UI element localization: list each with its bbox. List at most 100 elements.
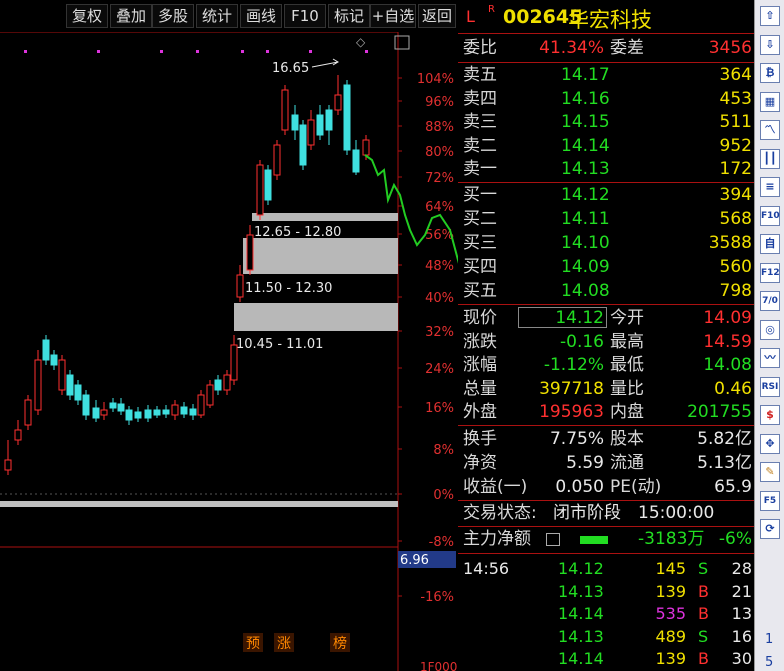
tick-volume: 139 <box>655 581 686 601</box>
cross-icon[interactable]: ₿ <box>760 63 780 83</box>
fin-value-2: 65.9 <box>714 477 752 497</box>
grid-icon[interactable]: ▦ <box>760 91 780 112</box>
tick-side: S <box>698 626 709 646</box>
zone-label: 10.45 - 11.01 <box>236 337 323 352</box>
kline-chart[interactable]: ◇104%96%88%80%72%64%56%48%40%32%24%16%8%… <box>0 0 458 671</box>
tick-volume: 535 <box>655 604 686 623</box>
candle-body <box>66 374 74 396</box>
fin-value-2: 5.82亿 <box>697 429 752 449</box>
toolbar-button-4[interactable]: 画线 <box>240 4 282 28</box>
circle-icon[interactable]: ◎ <box>760 319 780 340</box>
candle-body <box>223 374 231 391</box>
stat-label-2: 最高 <box>610 331 644 352</box>
candle-body <box>197 394 205 416</box>
candle-body <box>189 408 197 416</box>
toolbar-button-1[interactable]: 叠加 <box>110 4 152 28</box>
line-chart-icon[interactable]: 〽 <box>760 120 780 140</box>
pct-axis-label: 8% <box>433 443 454 458</box>
f7-icon[interactable]: 7/0 <box>760 291 780 311</box>
fin-label-2: 流通 <box>610 453 644 473</box>
pct-axis-label: -16% <box>420 590 454 605</box>
tick-volume: 145 <box>655 559 686 578</box>
toolbar-button-7[interactable]: +自选 <box>370 4 416 28</box>
stat-value: -0.16 <box>560 331 604 352</box>
stat-value-2: 0.46 <box>714 378 752 399</box>
stat-value: 195963 <box>539 402 604 422</box>
fin-row: 净资 5.59 流通 5.13亿 <box>458 452 754 475</box>
bid-label: 买一 <box>463 185 497 205</box>
candle-body <box>352 149 360 173</box>
toolbar-button-6[interactable]: 标记 <box>328 4 370 28</box>
f10-icon[interactable]: F10 <box>760 205 780 226</box>
ask-row: 卖二 14.14 952 <box>458 135 754 158</box>
move-icon[interactable]: ✥ <box>760 433 780 454</box>
candle-body <box>162 409 170 415</box>
ask-label: 卖一 <box>463 159 497 179</box>
stat-row: 涨跌 -0.16 最高 14.59 <box>458 331 754 354</box>
toolbar-button-0[interactable]: 复权 <box>66 4 108 28</box>
mainflow-pct: -6% <box>718 529 752 549</box>
bid-price: 14.10 <box>561 233 610 253</box>
dollar-icon[interactable]: $ <box>760 405 780 425</box>
mainflow-row: 主力净额 -3183万 -6% <box>458 528 754 551</box>
ask-volume: 172 <box>719 159 752 179</box>
weibi-label: 委比 <box>463 38 497 58</box>
mainflow-icon[interactable] <box>546 533 560 546</box>
ask-row: 卖四 14.16 453 <box>458 88 754 111</box>
zone-band-4 <box>0 501 398 507</box>
up-arrow-icon[interactable]: ⇧ <box>760 6 780 26</box>
tick-price: 14.13 <box>558 626 604 646</box>
candle-body <box>236 274 244 298</box>
bid-label: 买二 <box>463 209 497 229</box>
stat-row: 总量 397718 量比 0.46 <box>458 378 754 401</box>
candle-body <box>316 114 324 136</box>
quote-panel: L R 002645 华宏科技 委比 41.34% 委差 3456 卖五 14.1… <box>458 0 754 671</box>
candle-body <box>74 384 82 401</box>
candle-body <box>134 411 142 419</box>
ask-volume: 364 <box>719 65 752 85</box>
diamond-icon: ◇ <box>356 35 366 49</box>
candle-body <box>362 139 370 156</box>
pct-axis-label: -8% <box>429 535 454 550</box>
candle-body <box>42 339 50 361</box>
toolbar-button-3[interactable]: 统计 <box>196 4 238 28</box>
stat-value-2: 14.09 <box>703 308 752 328</box>
zone-label: 11.50 - 12.30 <box>245 281 332 296</box>
wave-icon[interactable]: 〰 <box>760 348 780 368</box>
marker-dot <box>160 50 163 53</box>
pencil-icon[interactable]: ✎ <box>760 462 780 482</box>
fin-row: 换手 7.75% 股本 5.82亿 <box>458 428 754 451</box>
mainflow-bar <box>580 536 608 544</box>
badge-label: 涨 <box>277 636 291 652</box>
ask-label: 卖五 <box>463 65 497 85</box>
tick-volume: 489 <box>655 626 686 646</box>
f5-icon[interactable]: F5 <box>760 490 780 511</box>
toolbar-button-8[interactable]: 返回 <box>418 4 456 28</box>
ask-price: 14.16 <box>561 88 610 109</box>
down-arrow-icon[interactable]: ⇩ <box>760 34 780 55</box>
toolbar-button-5[interactable]: F10 <box>284 4 326 28</box>
pct-axis-label: 104% <box>417 72 454 87</box>
marker-dot <box>309 50 312 53</box>
stock-name: 华宏科技 <box>568 8 652 32</box>
pct-axis-label: 72% <box>425 171 454 186</box>
weicha-label: 委差 <box>610 38 644 58</box>
bid-volume: 568 <box>719 209 752 229</box>
bid-volume: 394 <box>719 185 752 205</box>
toolbar-button-2[interactable]: 多股 <box>152 4 194 28</box>
pct-axis-label: 0% <box>433 488 454 503</box>
zone-band-1 <box>252 213 398 221</box>
candle-body <box>281 89 289 131</box>
list-icon[interactable]: ≡ <box>760 177 780 197</box>
candle-icon[interactable]: ┃┃ <box>760 148 780 169</box>
tick-row: 14.13 139 B 21 <box>458 580 754 603</box>
refresh-icon[interactable]: ⟳ <box>760 519 780 539</box>
candle-body <box>343 84 351 151</box>
ask-price: 14.17 <box>561 65 610 85</box>
rsi-icon[interactable]: RSI <box>760 376 780 397</box>
marker-dot <box>365 50 368 53</box>
bank-icon[interactable]: 自 <box>760 234 780 254</box>
bid-label: 买四 <box>463 257 497 277</box>
f12-icon[interactable]: F12 <box>760 262 780 283</box>
pct-axis-label: 80% <box>425 145 454 160</box>
